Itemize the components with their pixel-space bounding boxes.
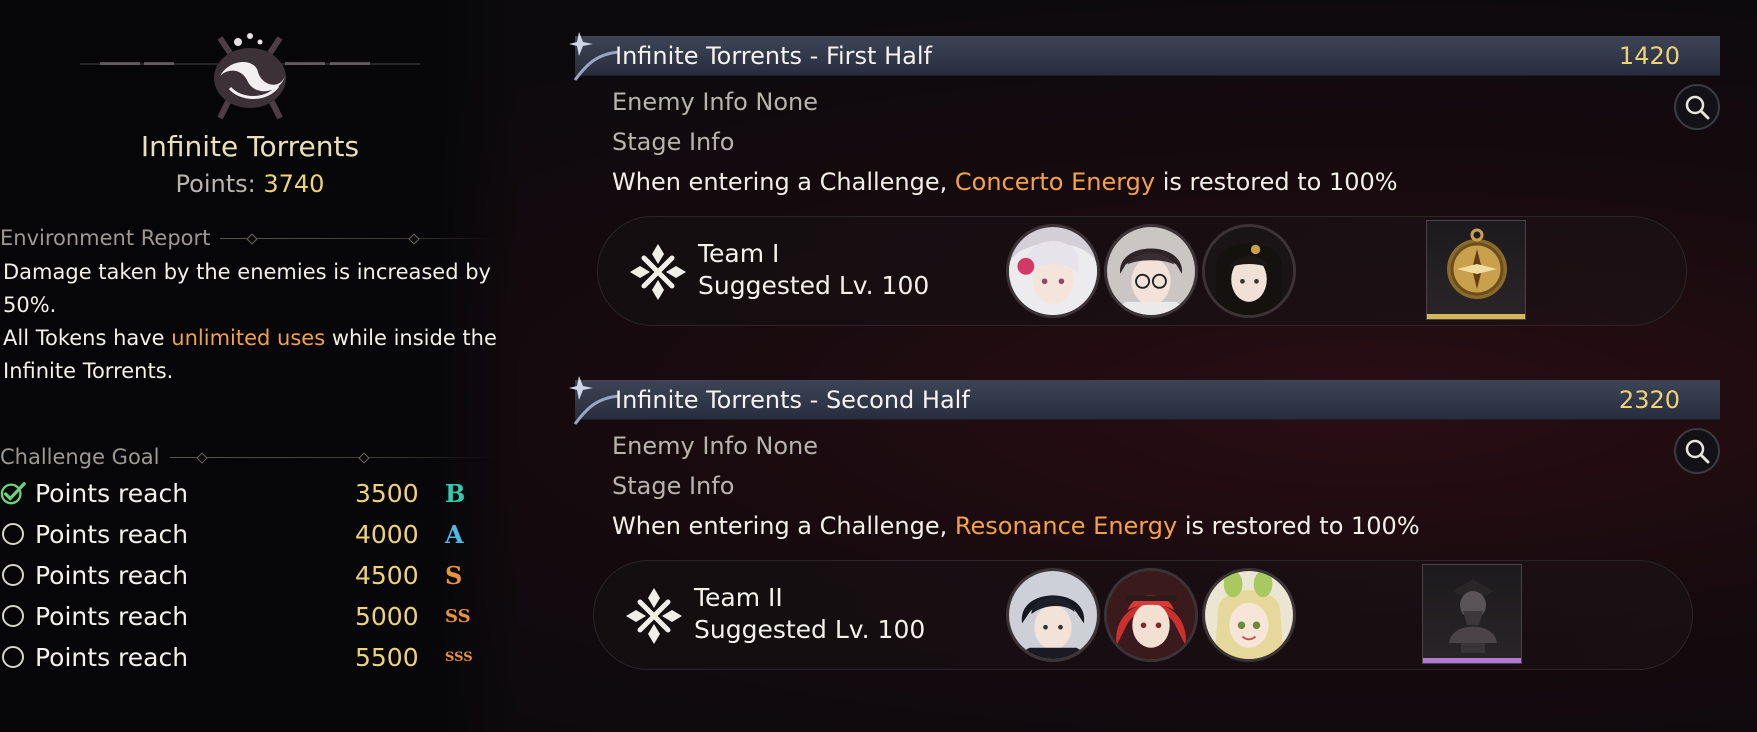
torrent-emblem-icon (80, 33, 420, 120)
character-avatar[interactable] (1104, 224, 1198, 318)
character-avatar[interactable] (1202, 224, 1296, 318)
total-points: Points: 3740 (0, 170, 500, 198)
goal-value: 4500 (355, 560, 419, 590)
suggested-level: Suggested Lv. 100 (698, 271, 930, 300)
desc-part: is restored to 100% (1177, 512, 1420, 540)
second-half-section: Infinite Torrents - Second Half 2320 Ene… (569, 376, 1720, 680)
goal-value: 4000 (355, 519, 419, 549)
rarity-strip (1427, 314, 1525, 319)
crossed-swords-icon (626, 588, 682, 644)
environment-line-2: All Tokens have unlimited uses while ins… (3, 322, 508, 388)
points-value: 3740 (263, 170, 325, 198)
empty-circle-icon (0, 562, 26, 588)
compass-item-icon (1447, 228, 1507, 299)
magnifier-icon (1685, 95, 1710, 120)
bust-statue-item-icon (1449, 579, 1497, 653)
empty-circle-icon (0, 603, 26, 629)
half-score: 1420 (1618, 42, 1680, 70)
rank-badge: SSS (445, 649, 473, 665)
environment-report-text: Damage taken by the enemies is increased… (3, 256, 508, 388)
goal-label: Points reach (35, 642, 189, 672)
stage-description: When entering a Challenge, Concerto Ener… (612, 168, 1398, 196)
stage-info-label: Stage Info (612, 472, 735, 500)
second-half-header: Infinite Torrents - Second Half 2320 (569, 376, 1720, 425)
challenge-goal-heading: Challenge Goal (0, 445, 500, 469)
character-avatar[interactable] (1202, 568, 1296, 662)
goal-row: Points reach 5000 SS (0, 598, 500, 634)
rank-badge: B (445, 478, 466, 508)
rank-badge: SS (445, 605, 471, 627)
crossed-swords-icon (630, 244, 686, 300)
environment-report-heading: Environment Report (0, 226, 500, 250)
goal-row: Points reach 4500 S (0, 557, 500, 593)
goal-value: 5000 (355, 601, 419, 631)
challenge-goal-label: Challenge Goal (0, 445, 160, 469)
team-card[interactable]: Team II Suggested Lv. 100 (593, 560, 1693, 670)
goal-row: Points reach 4000 A (0, 516, 500, 552)
points-label: Points: (175, 170, 264, 198)
bust-statue-item-slot[interactable] (1422, 564, 1522, 664)
team-name: Team I (698, 239, 780, 268)
search-button[interactable] (1674, 428, 1720, 474)
rarity-strip (1423, 658, 1521, 663)
magnifier-icon (1685, 439, 1710, 464)
goal-label: Points reach (35, 560, 189, 590)
stage-description: When entering a Challenge, Resonance Ene… (612, 512, 1420, 540)
character-avatar[interactable] (1104, 568, 1198, 662)
half-score: 2320 (1618, 386, 1680, 414)
checkmark-icon (0, 480, 26, 506)
character-avatar[interactable] (1006, 224, 1100, 318)
desc-part: is restored to 100% (1155, 168, 1398, 196)
goal-row: Points reach 3500 B (0, 475, 500, 511)
first-half-header: Infinite Torrents - First Half 1420 (569, 32, 1720, 81)
goal-row: Points reach 5500 SSS (0, 639, 500, 675)
desc-part: When entering a Challenge, (612, 512, 955, 540)
environment-line-1: Damage taken by the enemies is increased… (3, 260, 491, 317)
half-title: Infinite Torrents - First Half (615, 42, 932, 70)
empty-circle-icon (0, 521, 26, 547)
empty-circle-icon (0, 644, 26, 670)
enemy-info: Enemy Info None (612, 88, 819, 116)
rank-badge: S (445, 560, 463, 590)
energy-highlight: Resonance Energy (954, 512, 1178, 540)
divider (220, 237, 496, 239)
stage-title: Infinite Torrents (140, 130, 360, 163)
divider (169, 456, 496, 458)
environment-report-label: Environment Report (0, 226, 211, 250)
search-button[interactable] (1674, 84, 1720, 130)
goal-label: Points reach (35, 519, 189, 549)
unlimited-uses-highlight: unlimited uses (171, 326, 326, 350)
desc-part: When entering a Challenge, (612, 168, 955, 196)
goal-value: 3500 (355, 478, 419, 508)
goal-label: Points reach (35, 601, 189, 631)
team-card[interactable]: Team I Suggested Lv. 100 (597, 216, 1687, 326)
goal-label: Points reach (35, 478, 189, 508)
stage-info-label: Stage Info (612, 128, 735, 156)
suggested-level: Suggested Lv. 100 (694, 615, 926, 644)
character-avatar[interactable] (1006, 568, 1100, 662)
rank-badge: A (445, 519, 464, 549)
compass-item-slot[interactable] (1426, 220, 1526, 320)
team-name: Team II (694, 583, 783, 612)
energy-highlight: Concerto Energy (954, 168, 1156, 196)
enemy-info: Enemy Info None (612, 432, 819, 460)
env-text-part: All Tokens have (3, 326, 172, 350)
goal-value: 5500 (355, 642, 419, 672)
half-title: Infinite Torrents - Second Half (615, 386, 970, 414)
first-half-section: Infinite Torrents - First Half 1420 Enem… (569, 32, 1720, 336)
